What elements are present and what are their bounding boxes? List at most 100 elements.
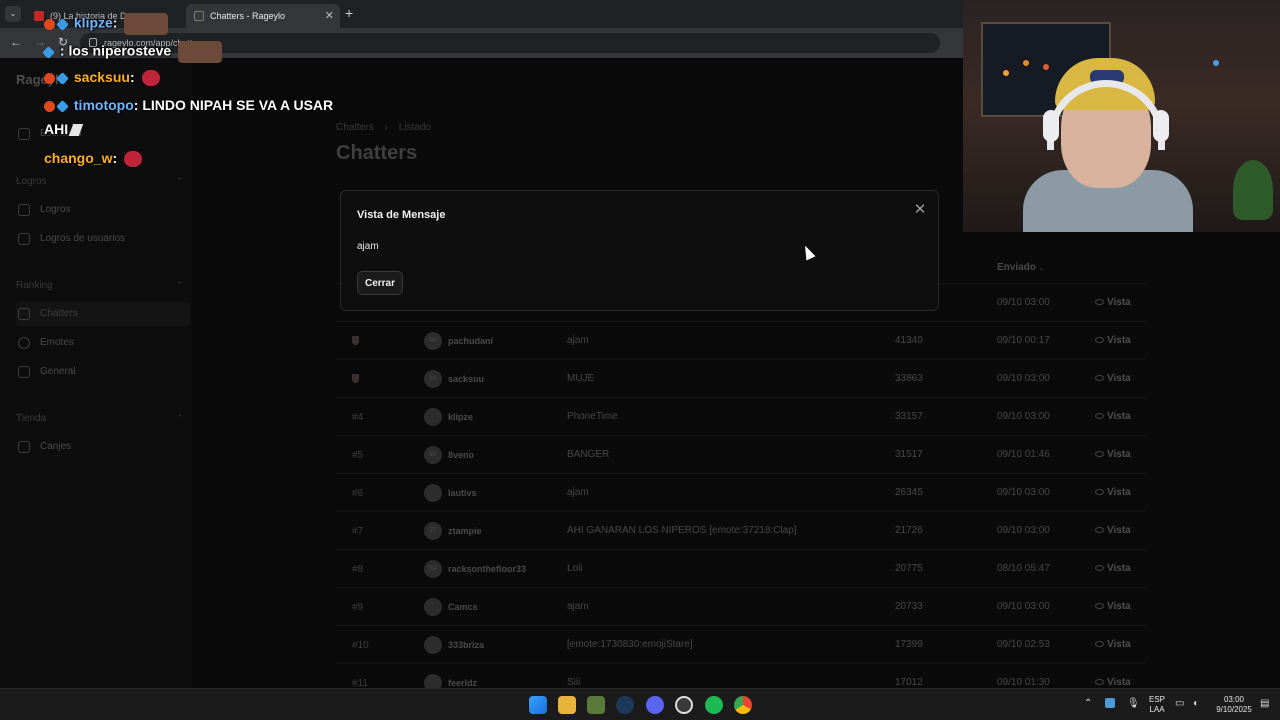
message-view-modal: Vista de Mensaje ✕ ajam Cerrar [340,190,939,311]
sidebar-item-emotes[interactable]: Emotes [16,331,190,355]
avatar [424,636,442,654]
view-button[interactable]: Vista [1095,525,1131,536]
sent-date: 09/10 03:00 [997,373,1050,384]
network-icon[interactable]: ▭ [1175,698,1184,709]
username: ztampie [448,526,482,536]
view-button[interactable]: Vista [1095,373,1131,384]
chat-line: : los niperosteve [42,41,223,63]
rank-cell: #7 [352,526,364,537]
view-label: Vista [1107,373,1131,384]
windows-taskbar: ⌃ 🎙 ESP LAA ▭ ◖ 03:00 9/10/2025 ▤ [0,688,1280,720]
sidebar-item-logros-usuarios[interactable]: Logros de usuarios [16,227,190,251]
chevron-up-icon: ⌃ [176,176,184,186]
message-count: 33157 [895,411,923,422]
chat-line: sacksuu: [44,69,160,87]
badge-icon [44,72,55,84]
close-icon[interactable]: ✕ [912,202,928,218]
sent-date: 09/10 03:00 [997,411,1050,422]
sent-date: 09/10 00:17 [997,335,1050,346]
last-message: ajam [567,487,589,498]
sidebar-item-canjes[interactable]: Canjes [16,435,190,459]
sidebar-item-general[interactable]: General [16,360,190,384]
sent-date: 09/10 01:30 [997,677,1050,688]
view-button[interactable]: Vista [1095,677,1131,688]
rank-cell: #8 [352,564,364,575]
volume-icon[interactable]: ◖ [1192,698,1198,709]
message-count: 17399 [895,639,923,650]
input-language[interactable]: ESP LAA [1146,695,1168,715]
chat-line: AHI [44,121,84,137]
badge-icon [44,100,55,112]
chat-colon: : [112,14,118,31]
obs-icon[interactable] [675,696,693,714]
sort-icon[interactable]: ⌄ [1038,263,1045,272]
view-button[interactable]: Vista [1095,601,1131,612]
section-label: Logros [16,176,47,187]
chrome-icon[interactable] [734,696,752,714]
chat-text: AHI [44,121,69,137]
eye-icon [1095,565,1104,572]
windows-start-icon[interactable] [529,696,547,714]
user-trophy-icon [18,233,30,245]
view-button[interactable]: Vista [1095,487,1131,498]
decor-light [1213,60,1219,66]
chat-username: timotopo [73,97,134,113]
sent-date: 09/10 02:53 [997,639,1050,650]
view-button[interactable]: Vista [1095,563,1131,574]
app-icon[interactable] [587,696,605,714]
view-label: Vista [1107,525,1131,536]
username: 333briza [448,640,485,650]
username: feerldz [448,678,478,688]
chat-username: klipze [73,14,113,31]
chat-username: chango_w [44,150,113,166]
view-button[interactable]: Vista [1095,449,1131,460]
medal-icon [352,336,359,345]
avatar: RA [424,560,442,578]
sidebar-section-tienda[interactable]: Tienda ⌃ [16,413,184,424]
clock-date: 9/10/2025 [1216,705,1252,714]
avatar: ZT [424,522,442,540]
view-button[interactable]: Vista [1095,297,1131,308]
username: 8veno [448,450,475,460]
close-button[interactable]: Cerrar [357,271,403,295]
view-label: Vista [1107,411,1131,422]
sent-date: 09/10 03:00 [997,601,1050,612]
view-label: Vista [1107,601,1131,612]
show-hidden-icons-icon[interactable]: ⌃ [1084,698,1092,709]
view-button[interactable]: Vista [1095,639,1131,650]
view-label: Vista [1107,335,1131,346]
column-header-enviado[interactable]: Enviado [997,262,1036,273]
keyboard-layout: LAA [1149,705,1165,714]
tray-app-icon[interactable] [1105,698,1115,708]
sidebar-section-logros[interactable]: Logros ⌃ [16,176,184,187]
message-count: 17012 [895,677,923,688]
view-button[interactable]: Vista [1095,335,1131,346]
sidebar-item-label: Canjes [40,441,72,452]
avatar [424,484,442,502]
emote-icon [124,13,169,35]
decor-light [1043,64,1049,70]
view-label: Vista [1107,449,1131,460]
sidebar-section-ranking[interactable]: Ranking ⌃ [16,280,184,291]
last-message: MUJE [567,373,595,384]
file-explorer-icon[interactable] [558,696,576,714]
sent-date: 09/10 03:00 [997,487,1050,498]
message-count: 41340 [895,335,923,346]
sidebar-item-logros[interactable]: Logros [16,198,190,222]
bar-chart-icon [18,366,30,378]
clock[interactable]: 03:00 9/10/2025 [1208,695,1260,715]
steam-icon[interactable] [616,696,634,714]
discord-icon[interactable] [646,696,664,714]
sent-date: 09/10 01:46 [997,449,1050,460]
chevron-up-icon: ⌃ [176,413,184,423]
spotify-icon[interactable] [705,696,723,714]
view-label: Vista [1107,563,1131,574]
notifications-icon[interactable]: ▤ [1260,698,1269,709]
view-button[interactable]: Vista [1095,411,1131,422]
table-row: #9 Camcs ajam 20733 09/10 03:00 Vista [336,587,1146,625]
microphone-icon[interactable]: 🎙 [1127,698,1140,709]
sidebar-item-label: Emotes [40,337,74,348]
diamond-badge-icon [56,17,69,31]
sidebar-item-chatters[interactable]: Chatters [16,302,190,326]
table-row: #8 RA racksonthefloor33 Loli 20775 08/10 05:4… [336,549,1146,587]
